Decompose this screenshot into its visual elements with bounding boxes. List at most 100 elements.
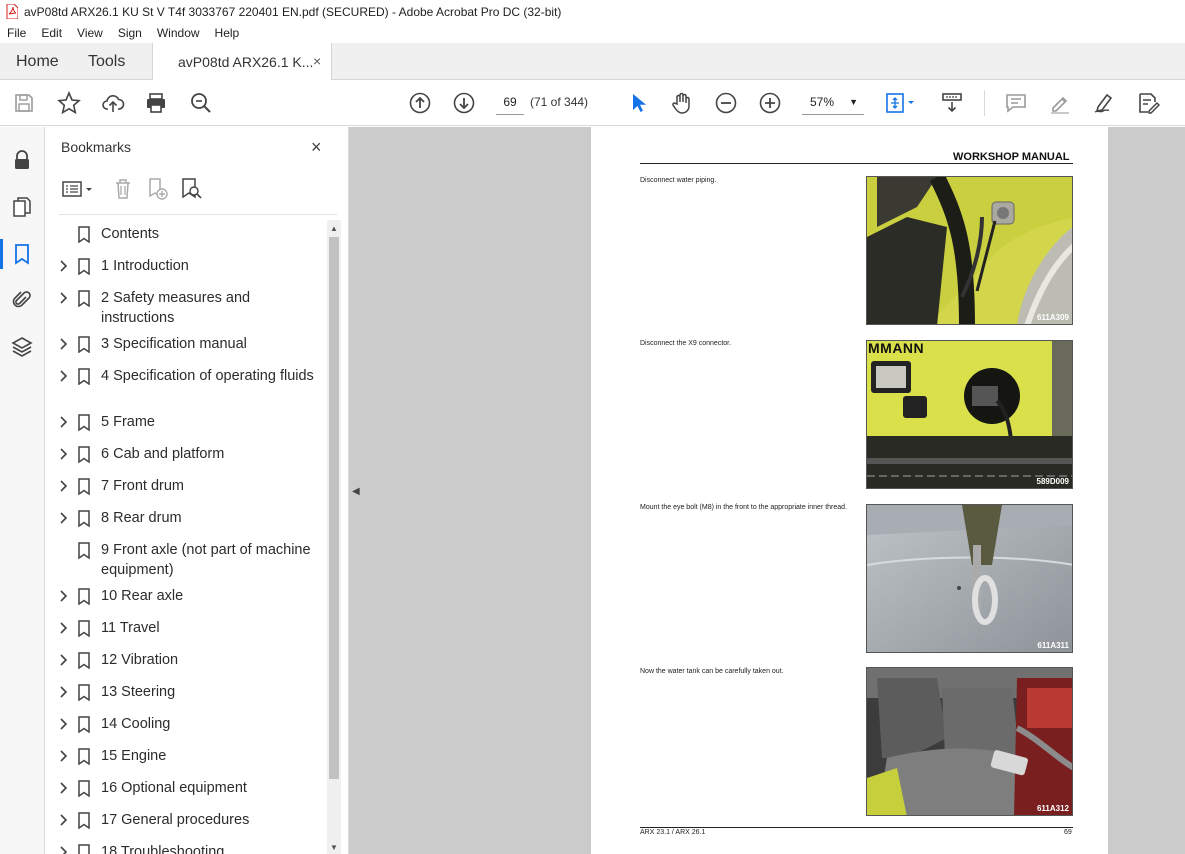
chevron-right-icon[interactable] <box>57 780 69 796</box>
lock-icon[interactable] <box>11 149 33 171</box>
zoom-in-icon[interactable] <box>758 91 782 115</box>
close-panel-icon[interactable]: × <box>311 137 331 157</box>
menu-edit[interactable]: Edit <box>34 26 70 40</box>
delete-bookmark-icon[interactable] <box>111 177 135 201</box>
chevron-right-icon[interactable] <box>57 414 69 430</box>
fill-sign-icon[interactable] <box>1136 91 1160 115</box>
bookmark-icon <box>78 620 90 638</box>
bookmark-label: 17 General procedures <box>101 812 250 828</box>
photo-code: 611A311 <box>1037 641 1069 650</box>
print-icon[interactable] <box>144 91 168 115</box>
header-rule <box>640 163 1073 164</box>
bookmark-label: 9 Front axle (not part of machine equipm… <box>101 542 311 578</box>
close-tab-icon[interactable]: × <box>313 53 321 69</box>
bookmark-panel-icon[interactable] <box>11 243 33 265</box>
menu-bar: File Edit View Sign Window Help <box>0 23 1185 43</box>
photo-water-tank: 611A312 <box>866 667 1073 816</box>
fit-page-icon[interactable] <box>884 91 920 115</box>
scroll-mode-icon[interactable] <box>940 91 964 115</box>
step-text: Disconnect the X9 connector. <box>640 340 732 347</box>
tab-document-label: avP08td ARX26.1 K... <box>178 53 314 70</box>
chevron-right-icon[interactable] <box>57 588 69 604</box>
bookmark-icon <box>78 446 90 464</box>
zoom-level-value: 57% <box>810 95 835 109</box>
bookmark-scrollbar[interactable]: ▲ ▼ <box>327 220 341 854</box>
pdf-page: WORKSHOP MANUAL Disconnect water piping.… <box>591 127 1108 854</box>
bookmark-icon <box>78 588 90 606</box>
chevron-right-icon[interactable] <box>57 748 69 764</box>
menu-view[interactable]: View <box>70 26 111 40</box>
photo-eye-bolt: 611A311 <box>866 504 1073 653</box>
menu-file[interactable]: File <box>0 26 34 40</box>
chevron-right-icon[interactable] <box>57 510 69 526</box>
chevron-right-icon[interactable] <box>57 478 69 494</box>
chevron-right-icon[interactable] <box>57 336 69 352</box>
bookmark-label: 14 Cooling <box>101 716 171 732</box>
comment-icon[interactable] <box>1004 91 1028 115</box>
bookmark-label: 16 Optional equipment <box>101 780 247 796</box>
save-icon[interactable] <box>12 91 36 115</box>
chevron-right-icon[interactable] <box>57 716 69 732</box>
chevron-right-icon[interactable] <box>57 258 69 274</box>
tab-document[interactable]: avP08td ARX26.1 K... × <box>152 43 332 80</box>
photo-code: 611A312 <box>1036 804 1069 813</box>
scroll-up-icon[interactable]: ▲ <box>330 224 338 233</box>
menu-sign[interactable]: Sign <box>111 26 150 40</box>
star-icon[interactable] <box>57 91 81 115</box>
sign-pen-icon[interactable] <box>1092 91 1116 115</box>
new-bookmark-icon[interactable] <box>145 177 169 201</box>
step-text: Disconnect water piping. <box>640 177 717 184</box>
chevron-right-icon[interactable] <box>57 290 69 306</box>
collapse-panel-icon[interactable]: ◀ <box>352 486 360 497</box>
bookmarks-panel: Bookmarks × Contents 1 Introduction 2 Safe… <box>45 127 349 854</box>
page-footer-number: 69 <box>1064 829 1072 836</box>
document-viewport[interactable]: ◀ WORKSHOP MANUAL Disconnect water pipin… <box>349 127 1185 854</box>
bookmark-icon <box>78 780 90 798</box>
scroll-down-icon[interactable]: ▼ <box>330 843 338 852</box>
photo-code: 589D009 <box>1036 477 1069 486</box>
tab-home[interactable]: Home <box>16 53 59 71</box>
bookmark-icon <box>78 652 90 670</box>
navigation-rail <box>0 127 45 854</box>
cloud-upload-icon[interactable] <box>101 91 125 115</box>
bookmark-icon <box>78 542 90 560</box>
bookmark-icon <box>78 258 90 276</box>
tab-tools[interactable]: Tools <box>88 53 125 71</box>
menu-window[interactable]: Window <box>150 26 208 40</box>
scroll-thumb[interactable] <box>329 237 339 779</box>
machine-brand-text: MMANN <box>868 340 925 356</box>
chevron-right-icon[interactable] <box>57 812 69 828</box>
page-number-input[interactable]: 69 <box>496 91 524 115</box>
layers-icon[interactable] <box>11 336 33 358</box>
highlight-pen-icon[interactable] <box>1048 91 1072 115</box>
bookmarks-toolbar <box>59 177 339 203</box>
bookmark-label: 6 Cab and platform <box>101 446 225 462</box>
zoom-out-icon[interactable] <box>714 91 738 115</box>
next-page-icon[interactable] <box>452 91 476 115</box>
chevron-right-icon[interactable] <box>57 844 69 854</box>
chevron-right-icon[interactable] <box>57 368 69 384</box>
bookmark-list: Contents 1 Introduction 2 Safety measures … <box>45 220 327 854</box>
hand-tool-icon[interactable] <box>670 91 694 115</box>
bookmark-label: 10 Rear axle <box>101 588 184 604</box>
zoom-level-select[interactable]: 57% ▼ <box>802 91 864 115</box>
pdf-file-icon <box>6 4 18 19</box>
menu-help[interactable]: Help <box>208 26 248 40</box>
select-cursor-icon[interactable] <box>627 91 651 115</box>
zoom-search-icon[interactable] <box>189 91 213 115</box>
chevron-right-icon[interactable] <box>57 620 69 636</box>
page-footer-model: ARX 23.1 / ARX 26.1 <box>640 829 706 836</box>
page-thumbnails-icon[interactable] <box>11 196 33 218</box>
chevron-right-icon[interactable] <box>57 446 69 462</box>
previous-page-icon[interactable] <box>408 91 432 115</box>
attachment-icon[interactable] <box>11 289 33 311</box>
bookmark-icon <box>78 844 90 854</box>
chevron-right-icon[interactable] <box>57 652 69 668</box>
bookmark-icon <box>78 510 90 528</box>
find-bookmark-icon[interactable] <box>179 177 203 201</box>
chevron-right-icon[interactable] <box>57 684 69 700</box>
bookmark-options-icon[interactable] <box>61 177 97 201</box>
window-title: avP08td ARX26.1 KU St V T4f 3033767 2204… <box>24 4 562 19</box>
bookmark-icon <box>78 478 90 496</box>
bookmark-label: 5 Frame <box>101 414 155 430</box>
